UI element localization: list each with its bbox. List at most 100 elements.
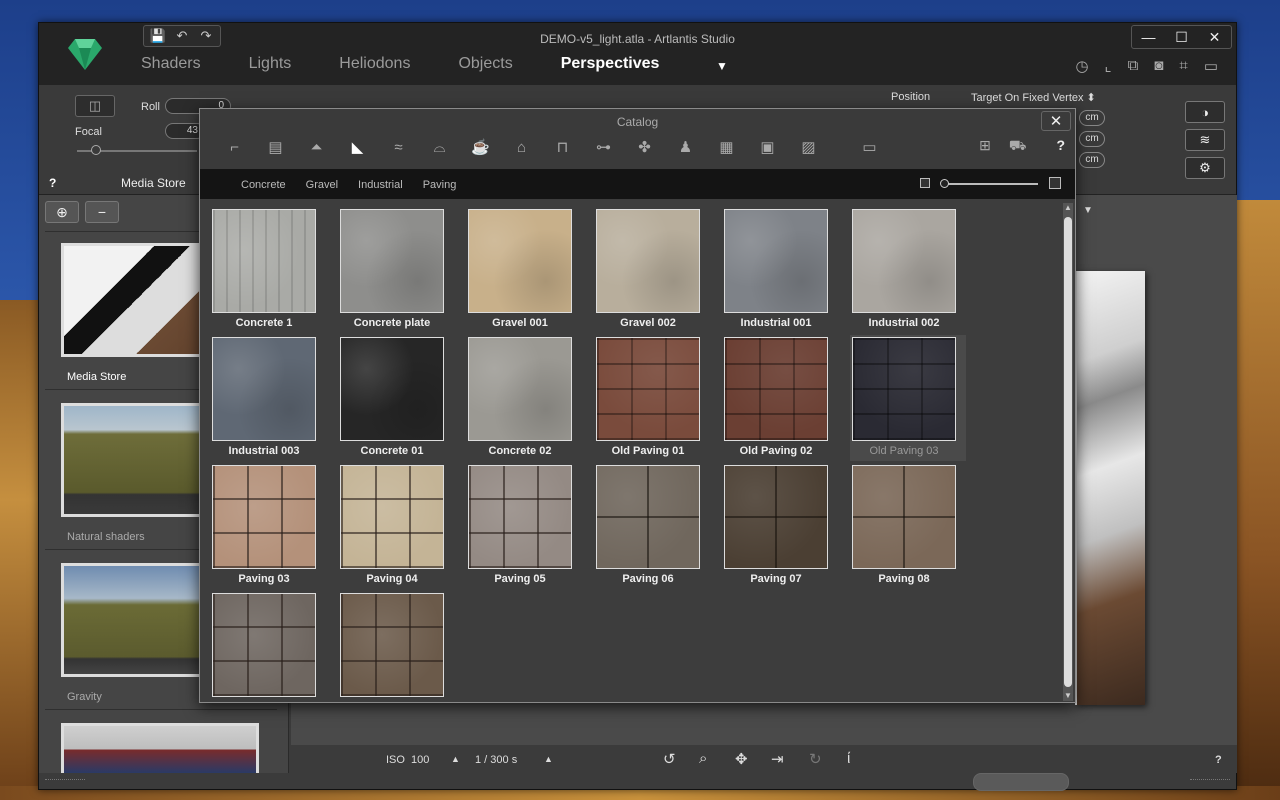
pan-icon[interactable]: ✥ xyxy=(735,750,748,768)
catalog-scroll-thumb[interactable] xyxy=(1064,217,1072,687)
catalog-item[interactable]: Old Paving 02 xyxy=(722,335,838,461)
info-icon[interactable]: ί xyxy=(847,750,850,767)
display-icon[interactable]: ▭ xyxy=(1204,57,1218,75)
maximize-button[interactable]: ☐ xyxy=(1165,26,1198,48)
car-icon[interactable]: ⊶ xyxy=(583,135,624,159)
catalog-item[interactable]: Concrete 1 xyxy=(210,207,326,333)
lamp-icon[interactable]: ⌂ xyxy=(501,135,542,159)
material-swatch[interactable] xyxy=(468,465,572,569)
subcategory-industrial[interactable]: Industrial xyxy=(358,179,403,191)
material-swatch[interactable] xyxy=(212,593,316,697)
viewport-dropdown-icon[interactable]: ▼ xyxy=(1083,205,1093,216)
contrast-icon[interactable]: ◑ xyxy=(1185,101,1225,123)
leaf-icon[interactable]: ✤ xyxy=(624,135,665,159)
camera-view-button[interactable]: ◫ xyxy=(75,95,115,117)
small-thumb-icon[interactable] xyxy=(920,178,930,188)
progress-pill[interactable] xyxy=(973,773,1069,791)
resize-grip-left[interactable] xyxy=(45,779,85,787)
unit-x[interactable]: cm xyxy=(1079,110,1105,126)
catalog-item[interactable]: Paving 06 xyxy=(594,463,710,589)
rotate-icon[interactable]: ↺ xyxy=(663,750,676,768)
add-folder-icon[interactable]: ⊞ xyxy=(979,137,991,156)
close-button[interactable]: ✕ xyxy=(1198,26,1231,48)
trowel-icon[interactable]: ◣ xyxy=(337,135,378,159)
paint-roller-icon[interactable]: ⌐ xyxy=(214,135,255,159)
folder-icon[interactable]: ▭ xyxy=(849,135,890,159)
catalog-item[interactable]: Paving 08 xyxy=(850,463,966,589)
brick-icon[interactable]: ▤ xyxy=(255,135,296,159)
material-swatch[interactable] xyxy=(340,209,444,313)
timer-icon[interactable]: ◷ xyxy=(1075,57,1088,75)
refresh-icon[interactable]: ↻ xyxy=(809,750,822,768)
catalog-item[interactable]: Old Paving 01 xyxy=(594,335,710,461)
tab-lights[interactable]: Lights xyxy=(249,55,292,73)
catalog-item[interactable]: Industrial 001 xyxy=(722,207,838,333)
building-icon[interactable]: ▦ xyxy=(706,135,747,159)
person-icon[interactable]: ♟ xyxy=(665,135,706,159)
focal-slider-handle[interactable] xyxy=(91,145,101,155)
catalog-item[interactable] xyxy=(338,591,454,717)
material-swatch[interactable] xyxy=(468,209,572,313)
catalog-help-icon[interactable]: ? xyxy=(1056,137,1065,156)
settings-gear-icon[interactable]: ⚙ xyxy=(1185,157,1225,179)
catalog-item[interactable]: Paving 03 xyxy=(210,463,326,589)
tab-objects[interactable]: Objects xyxy=(458,55,512,73)
catalog-item[interactable]: Paving 04 xyxy=(338,463,454,589)
iso-up-icon[interactable]: ▲ xyxy=(451,754,460,764)
catalog-item[interactable]: Concrete plate xyxy=(338,207,454,333)
desk-icon[interactable]: ⊓ xyxy=(542,135,583,159)
iso-value[interactable]: 100 xyxy=(411,754,429,766)
shutter-value[interactable]: 1 / 300 s xyxy=(475,754,517,766)
material-swatch[interactable] xyxy=(340,337,444,441)
sofa-icon[interactable]: ⌓ xyxy=(419,135,460,159)
shutter-up-icon[interactable]: ▲ xyxy=(544,754,553,764)
large-thumb-icon[interactable] xyxy=(1049,177,1061,189)
material-swatch[interactable] xyxy=(340,593,444,697)
target-mode-select[interactable]: Target On Fixed Vertex ⬍ xyxy=(971,91,1096,104)
tab-dropdown-caret-icon[interactable]: ▼ xyxy=(716,59,728,73)
subcategory-concrete[interactable]: Concrete xyxy=(241,179,286,191)
water-icon[interactable]: ≈ xyxy=(378,135,419,159)
material-swatch[interactable] xyxy=(468,337,572,441)
remove-button[interactable]: − xyxy=(85,201,119,223)
material-swatch[interactable] xyxy=(724,465,828,569)
camera-icon[interactable]: ◙ xyxy=(1154,57,1163,75)
catalog-item[interactable]: Concrete 01 xyxy=(338,335,454,461)
catalog-item[interactable]: Concrete 02 xyxy=(466,335,582,461)
unit-z[interactable]: cm xyxy=(1079,152,1105,168)
catalog-item[interactable] xyxy=(210,591,326,717)
image-icon[interactable]: ▨ xyxy=(788,135,829,159)
subcategory-paving[interactable]: Paving xyxy=(423,179,457,191)
add-camera-button[interactable]: ⊕ xyxy=(45,201,79,223)
axis-icon[interactable]: ⌞ xyxy=(1105,57,1112,75)
cart-icon[interactable]: ⛟ xyxy=(1009,137,1027,156)
scroll-down-icon[interactable]: ▼ xyxy=(1064,691,1072,700)
minimize-button[interactable]: — xyxy=(1132,26,1165,48)
resize-grip-right[interactable] xyxy=(1190,779,1230,787)
material-swatch[interactable] xyxy=(852,465,956,569)
material-swatch[interactable] xyxy=(212,465,316,569)
material-swatch[interactable] xyxy=(212,337,316,441)
material-swatch[interactable] xyxy=(596,209,700,313)
material-swatch[interactable] xyxy=(596,465,700,569)
crop-icon[interactable]: ⌗ xyxy=(1179,57,1187,75)
catalog-item[interactable]: Gravel 001 xyxy=(466,207,582,333)
zoom-icon[interactable]: ⌕ xyxy=(699,750,707,767)
material-swatch[interactable] xyxy=(852,209,956,313)
cup-icon[interactable]: ☕ xyxy=(460,135,501,159)
unit-y[interactable]: cm xyxy=(1079,131,1105,147)
material-swatch[interactable] xyxy=(212,209,316,313)
tab-shaders[interactable]: Shaders xyxy=(141,55,201,73)
billboard-icon[interactable]: ▣ xyxy=(747,135,788,159)
material-swatch[interactable] xyxy=(596,337,700,441)
status-help-icon[interactable]: ? xyxy=(1215,754,1222,766)
catalog-item[interactable]: Gravel 002 xyxy=(594,207,710,333)
catalog-item[interactable]: Old Paving 03 xyxy=(850,335,966,461)
catalog-item[interactable]: Paving 07 xyxy=(722,463,838,589)
catalog-item[interactable]: Industrial 002 xyxy=(850,207,966,333)
catalog-close-button[interactable]: ✕ xyxy=(1041,111,1071,131)
roof-icon[interactable]: ⏶ xyxy=(296,135,337,159)
material-swatch[interactable] xyxy=(340,465,444,569)
tab-heliodons[interactable]: Heliodons xyxy=(339,55,410,73)
tab-perspectives[interactable]: Perspectives xyxy=(561,55,660,73)
